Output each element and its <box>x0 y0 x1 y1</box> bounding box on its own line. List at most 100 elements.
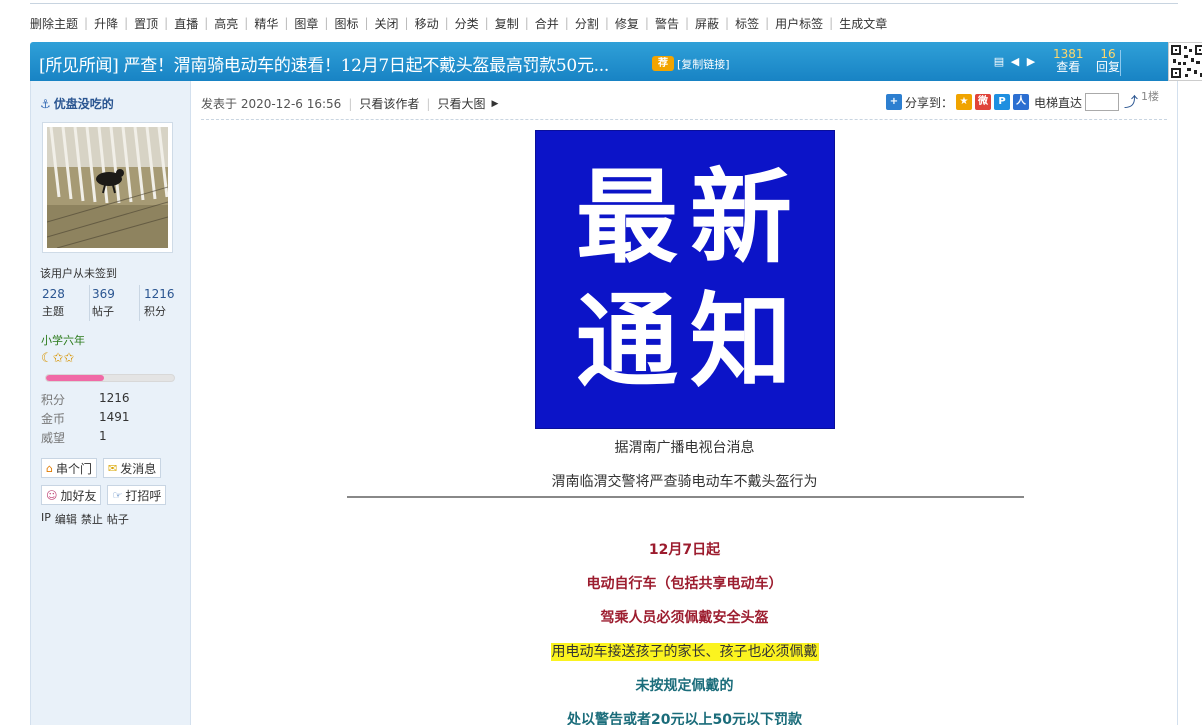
admin-action-18[interactable]: 用户标签 <box>775 15 823 32</box>
top-divider <box>30 3 1178 4</box>
replies-label: 回复 <box>1096 60 1121 74</box>
admin-action-10[interactable]: 分类 <box>455 15 479 32</box>
body-line-6: 处以警告或者20元以上50元以下罚款 <box>567 712 802 725</box>
posts-stat[interactable]: 369 帖子 <box>90 285 140 321</box>
ban-user-link[interactable]: 禁止 <box>81 511 103 527</box>
info-key: 金币 <box>41 412 66 426</box>
toolbar-divider: | <box>84 16 89 30</box>
admin-action-3[interactable]: 直播 <box>174 15 198 32</box>
floor-jump-input[interactable] <box>1085 93 1120 111</box>
thread-title: [所见所闻] 严查！渭南骑电动车的速看！12月7日起不戴头盔最高罚款50元... <box>39 56 609 76</box>
author-info: ⚓ 优盘没吃的 <box>40 95 114 112</box>
prev-thread-icon[interactable]: ◀ <box>1009 55 1021 69</box>
admin-action-6[interactable]: 图章 <box>294 15 318 32</box>
info-key: 积分 <box>41 393 66 407</box>
share-plus-icon[interactable]: + <box>886 94 902 110</box>
admin-action-11[interactable]: 复制 <box>495 15 519 32</box>
only-author-link[interactable]: 只看该作者 <box>359 95 419 112</box>
copy-link-button[interactable]: [复制链接] <box>677 56 730 72</box>
qzone-icon[interactable]: ★ <box>956 94 973 110</box>
user-admin-links: IP 编辑 禁止 帖子 <box>41 511 129 527</box>
avatar[interactable] <box>42 122 173 253</box>
admin-toolbar: 删除主题 | 升降 | 置顶 | 直播 | 高亮 | 精华 | 图章 | 图标 | 关闭 | 移动 | 分类 | 复制 | 合并… <box>30 14 887 32</box>
admin-action-14[interactable]: 修复 <box>615 15 639 32</box>
info-value: 1216 <box>99 391 130 405</box>
thread-title-bar: [所见所闻] 严查！渭南骑电动车的速看！12月7日起不戴头盔最高罚款50元...… <box>30 42 1202 81</box>
post-meta: 发表于 2020-12-6 16:56 | 只看该作者 | 只看大图 ▶ <box>201 95 498 112</box>
credits-count[interactable]: 1216 <box>144 285 190 303</box>
body-line-1: 12月7日起 <box>648 542 721 558</box>
message-button[interactable]: ✉ 发消息 <box>103 458 162 478</box>
toolbar-divider: | <box>684 16 689 30</box>
admin-action-12[interactable]: 合并 <box>535 15 559 32</box>
page: 删除主题 | 升降 | 置顶 | 直播 | 高亮 | 精华 | 图章 | 图标 | 关闭 | 移动 | 分类 | 复制 | 合并… <box>0 0 1202 725</box>
admin-action-17[interactable]: 标签 <box>735 15 759 32</box>
info-key: 威望 <box>41 431 66 445</box>
user-anchor-icon: ⚓ <box>40 96 51 111</box>
views-stat: 1381 查看 <box>1053 48 1084 74</box>
info-value: 1491 <box>99 410 130 424</box>
greet-button[interactable]: ☞ 打招呼 <box>107 485 167 505</box>
toolbar-divider: | <box>284 16 289 30</box>
notice-heading: 最新 通知 <box>536 131 836 405</box>
toolbar-divider: | <box>604 16 609 30</box>
weibo-icon[interactable]: 微 <box>975 94 992 110</box>
admin-action-16[interactable]: 屏蔽 <box>695 15 719 32</box>
renren-icon[interactable]: 人 <box>1013 94 1030 110</box>
tencent-weibo-icon[interactable]: P <box>994 94 1011 110</box>
notice-image[interactable]: 最新 通知 <box>535 130 835 429</box>
play-icon[interactable]: ▶ <box>491 99 498 109</box>
admin-action-7[interactable]: 图标 <box>334 15 358 32</box>
author-sidebar: ⚓ 优盘没吃的 该用户从未签到 228 主题 369 帖子 1216 积分 小学… <box>30 81 191 725</box>
rank-stars-icon: ☾✩✩ <box>41 351 75 366</box>
threads-stat[interactable]: 228 主题 <box>40 285 90 321</box>
admin-action-9[interactable]: 移动 <box>415 15 439 32</box>
recommend-badge: 荐 <box>652 56 674 71</box>
divider: | <box>426 96 431 111</box>
signin-status: 该用户从未签到 <box>40 267 117 280</box>
qr-code-icon[interactable] <box>1168 42 1202 81</box>
admin-action-13[interactable]: 分割 <box>575 15 599 32</box>
admin-action-15[interactable]: 警告 <box>655 15 679 32</box>
toolbar-divider: | <box>244 16 249 30</box>
toolbar-divider: | <box>829 16 834 30</box>
credits-stat[interactable]: 1216 积分 <box>140 285 190 321</box>
user-rank[interactable]: 小学六年 <box>41 332 85 348</box>
toolbar-divider: | <box>364 16 369 30</box>
toolbar-divider: | <box>765 16 770 30</box>
title-tools: ▤ ◀ ▶ <box>993 55 1037 69</box>
content-divider <box>347 496 1024 498</box>
ip-link[interactable]: IP <box>41 511 51 527</box>
edit-user-link[interactable]: 编辑 <box>55 511 77 527</box>
user-posts-link[interactable]: 帖子 <box>107 511 129 527</box>
add-friend-button[interactable]: ☺ 加好友 <box>41 485 102 505</box>
toolbar-divider: | <box>644 16 649 30</box>
threads-count[interactable]: 228 <box>42 285 89 303</box>
greet-icon: ☞ <box>112 488 123 502</box>
toolbar-divider: | <box>164 16 169 30</box>
stat-divider <box>1120 50 1121 76</box>
admin-action-2[interactable]: 置顶 <box>134 15 158 32</box>
posts-label: 帖子 <box>92 305 114 318</box>
share-label: 分享到： <box>905 95 954 110</box>
caption-summary: 渭南临渭交警将严查骑电动车不戴头盔行为 <box>551 474 818 490</box>
admin-action-4[interactable]: 高亮 <box>214 15 238 32</box>
add-friend-icon: ☺ <box>46 488 58 502</box>
info-value: 1 <box>99 429 107 443</box>
toolbar-divider: | <box>404 16 409 30</box>
admin-action-19[interactable]: 生成文章 <box>839 15 887 32</box>
admin-action-8[interactable]: 关闭 <box>375 15 399 32</box>
admin-action-1[interactable]: 升降 <box>94 15 118 32</box>
body-line-2: 电动自行车（包括共享电动车） <box>586 576 783 592</box>
author-name[interactable]: 优盘没吃的 <box>54 95 114 112</box>
visit-button[interactable]: ⌂ 串个门 <box>41 458 97 478</box>
admin-action-0[interactable]: 删除主题 <box>30 15 78 32</box>
notice-line-1: 最新 <box>576 159 804 278</box>
next-thread-icon[interactable]: ▶ <box>1025 55 1037 69</box>
print-icon[interactable]: ▤ <box>993 55 1005 69</box>
floor-number[interactable]: 1楼 <box>1141 88 1159 104</box>
go-floor-icon[interactable]: ⤴ <box>1124 92 1138 112</box>
posts-count[interactable]: 369 <box>92 285 139 303</box>
only-images-link[interactable]: 只看大图 <box>437 95 485 112</box>
admin-action-5[interactable]: 精华 <box>254 15 278 32</box>
